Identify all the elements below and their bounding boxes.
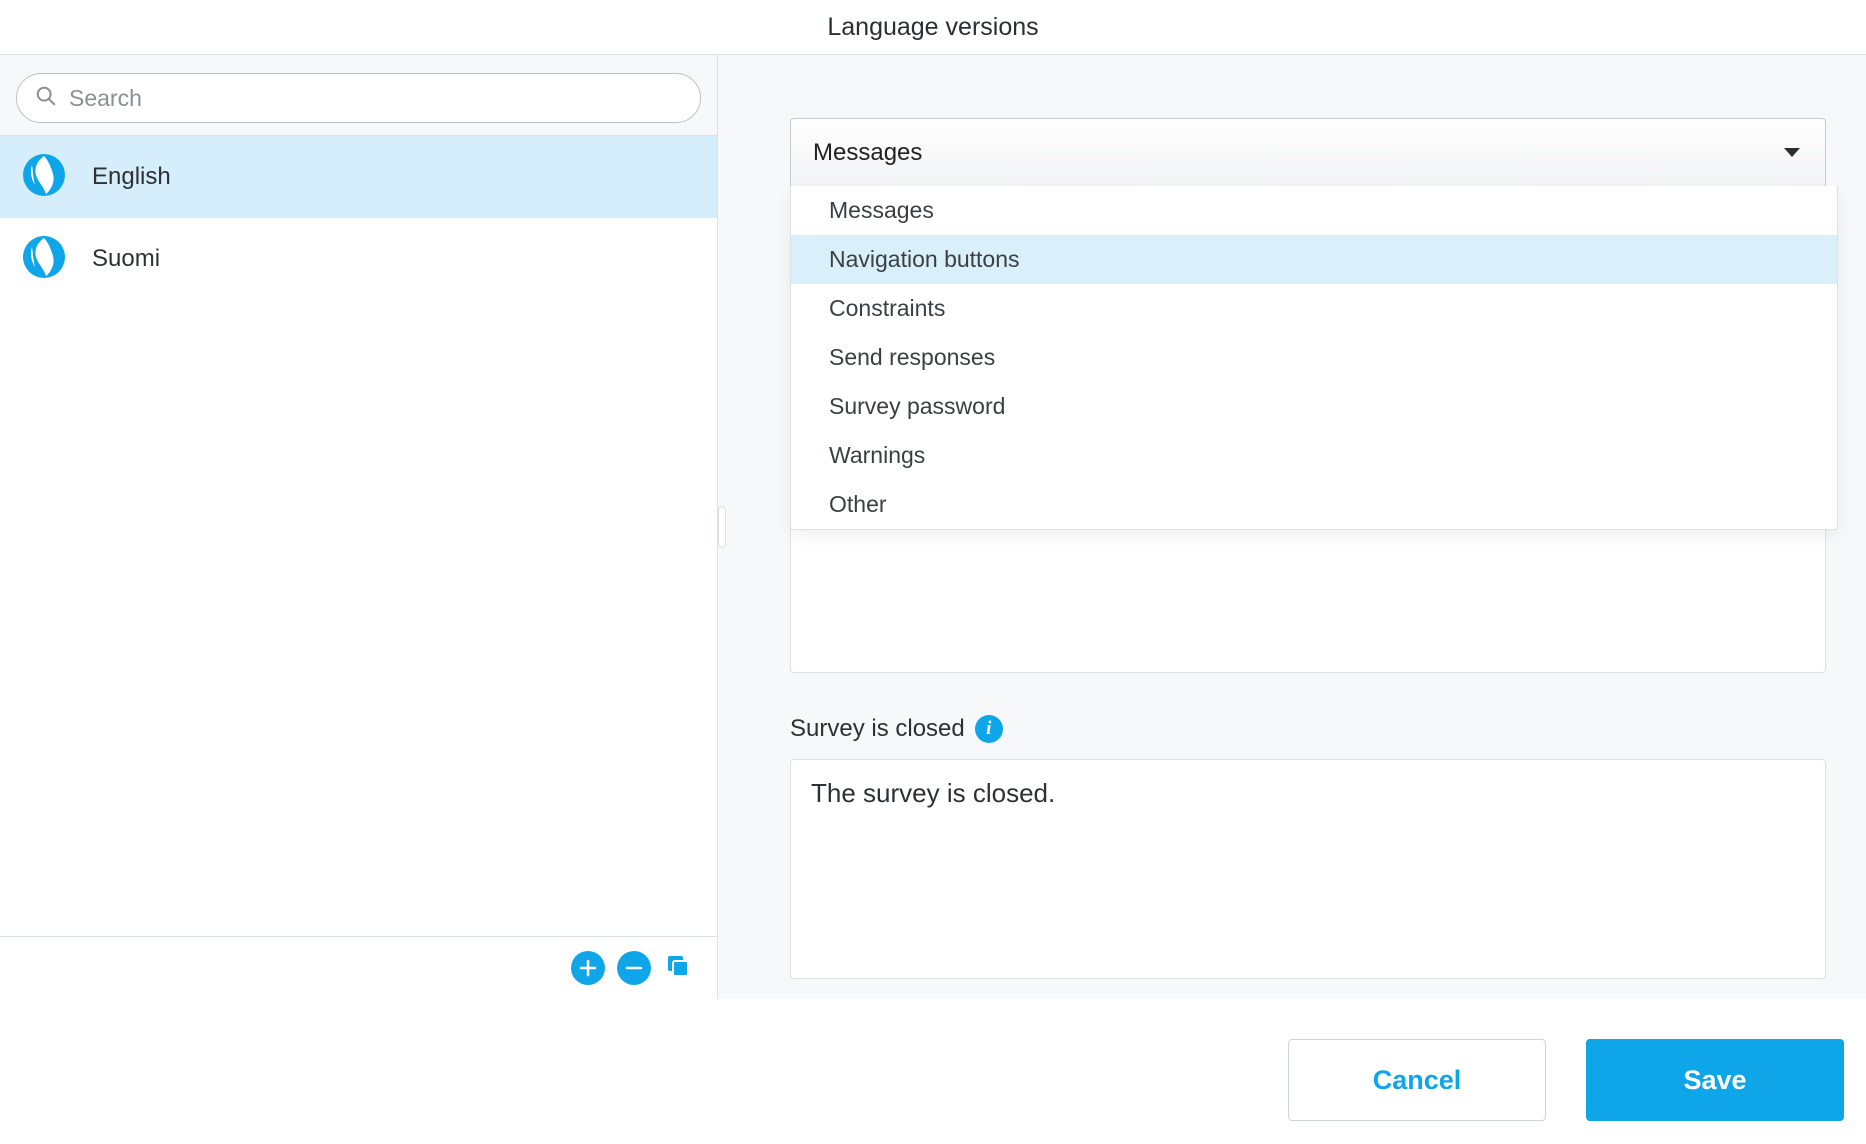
- dropdown-option-label: Warnings: [829, 442, 925, 469]
- dropdown-option-label: Other: [829, 491, 887, 518]
- remove-language-button[interactable]: [617, 951, 651, 985]
- language-item-label: Suomi: [92, 245, 160, 273]
- save-button[interactable]: Save: [1586, 1039, 1844, 1121]
- splitter-handle[interactable]: [718, 506, 726, 548]
- category-dropdown-panel: Messages Navigation buttons Constraints …: [790, 186, 1838, 530]
- category-dropdown-value: Messages: [813, 139, 922, 167]
- category-dropdown[interactable]: Messages: [790, 118, 1826, 188]
- dropdown-option-messages[interactable]: Messages: [791, 186, 1837, 235]
- search-input[interactable]: [67, 84, 682, 113]
- globe-icon: [22, 153, 66, 202]
- dropdown-option-send-responses[interactable]: Send responses: [791, 333, 1837, 382]
- field-label-row: Survey is closed i: [790, 715, 1826, 743]
- main-panel: English Suomi: [0, 55, 1866, 999]
- globe-icon: [22, 235, 66, 284]
- page-title: Language versions: [0, 0, 1866, 55]
- language-item-english[interactable]: English: [0, 136, 717, 218]
- dropdown-option-label: Survey password: [829, 393, 1005, 420]
- dropdown-option-label: Constraints: [829, 295, 945, 322]
- dropdown-option-navigation-buttons[interactable]: Navigation buttons: [791, 235, 1837, 284]
- dropdown-option-survey-password[interactable]: Survey password: [791, 382, 1837, 431]
- language-list: English Suomi: [0, 136, 717, 937]
- minus-icon: [625, 959, 643, 977]
- search-field[interactable]: [16, 73, 701, 123]
- chevron-down-icon: [1783, 139, 1801, 167]
- plus-icon: [579, 959, 597, 977]
- language-item-suomi[interactable]: Suomi: [0, 218, 717, 300]
- dropdown-option-other[interactable]: Other: [791, 480, 1837, 529]
- left-panel: English Suomi: [0, 55, 718, 999]
- language-item-label: English: [92, 163, 171, 191]
- right-panel: Messages Messages Navigation buttons Con…: [718, 55, 1866, 999]
- copy-language-button[interactable]: [663, 953, 693, 983]
- copy-icon: [665, 953, 691, 984]
- left-toolbar: [0, 937, 717, 999]
- dropdown-option-label: Navigation buttons: [829, 246, 1020, 273]
- search-bar-wrap: [0, 55, 717, 136]
- survey-closed-textarea[interactable]: [790, 759, 1826, 979]
- search-icon: [35, 85, 67, 112]
- field-label-text: Survey is closed: [790, 715, 965, 743]
- footer: Cancel Save: [0, 999, 1866, 1144]
- category-dropdown-header[interactable]: Messages: [790, 118, 1826, 188]
- dropdown-option-warnings[interactable]: Warnings: [791, 431, 1837, 480]
- info-icon[interactable]: i: [975, 715, 1003, 743]
- field-survey-closed: Survey is closed i: [790, 715, 1826, 984]
- dropdown-option-constraints[interactable]: Constraints: [791, 284, 1837, 333]
- dropdown-option-label: Messages: [829, 197, 934, 224]
- add-language-button[interactable]: [571, 951, 605, 985]
- cancel-button[interactable]: Cancel: [1288, 1039, 1546, 1121]
- dropdown-option-label: Send responses: [829, 344, 995, 371]
